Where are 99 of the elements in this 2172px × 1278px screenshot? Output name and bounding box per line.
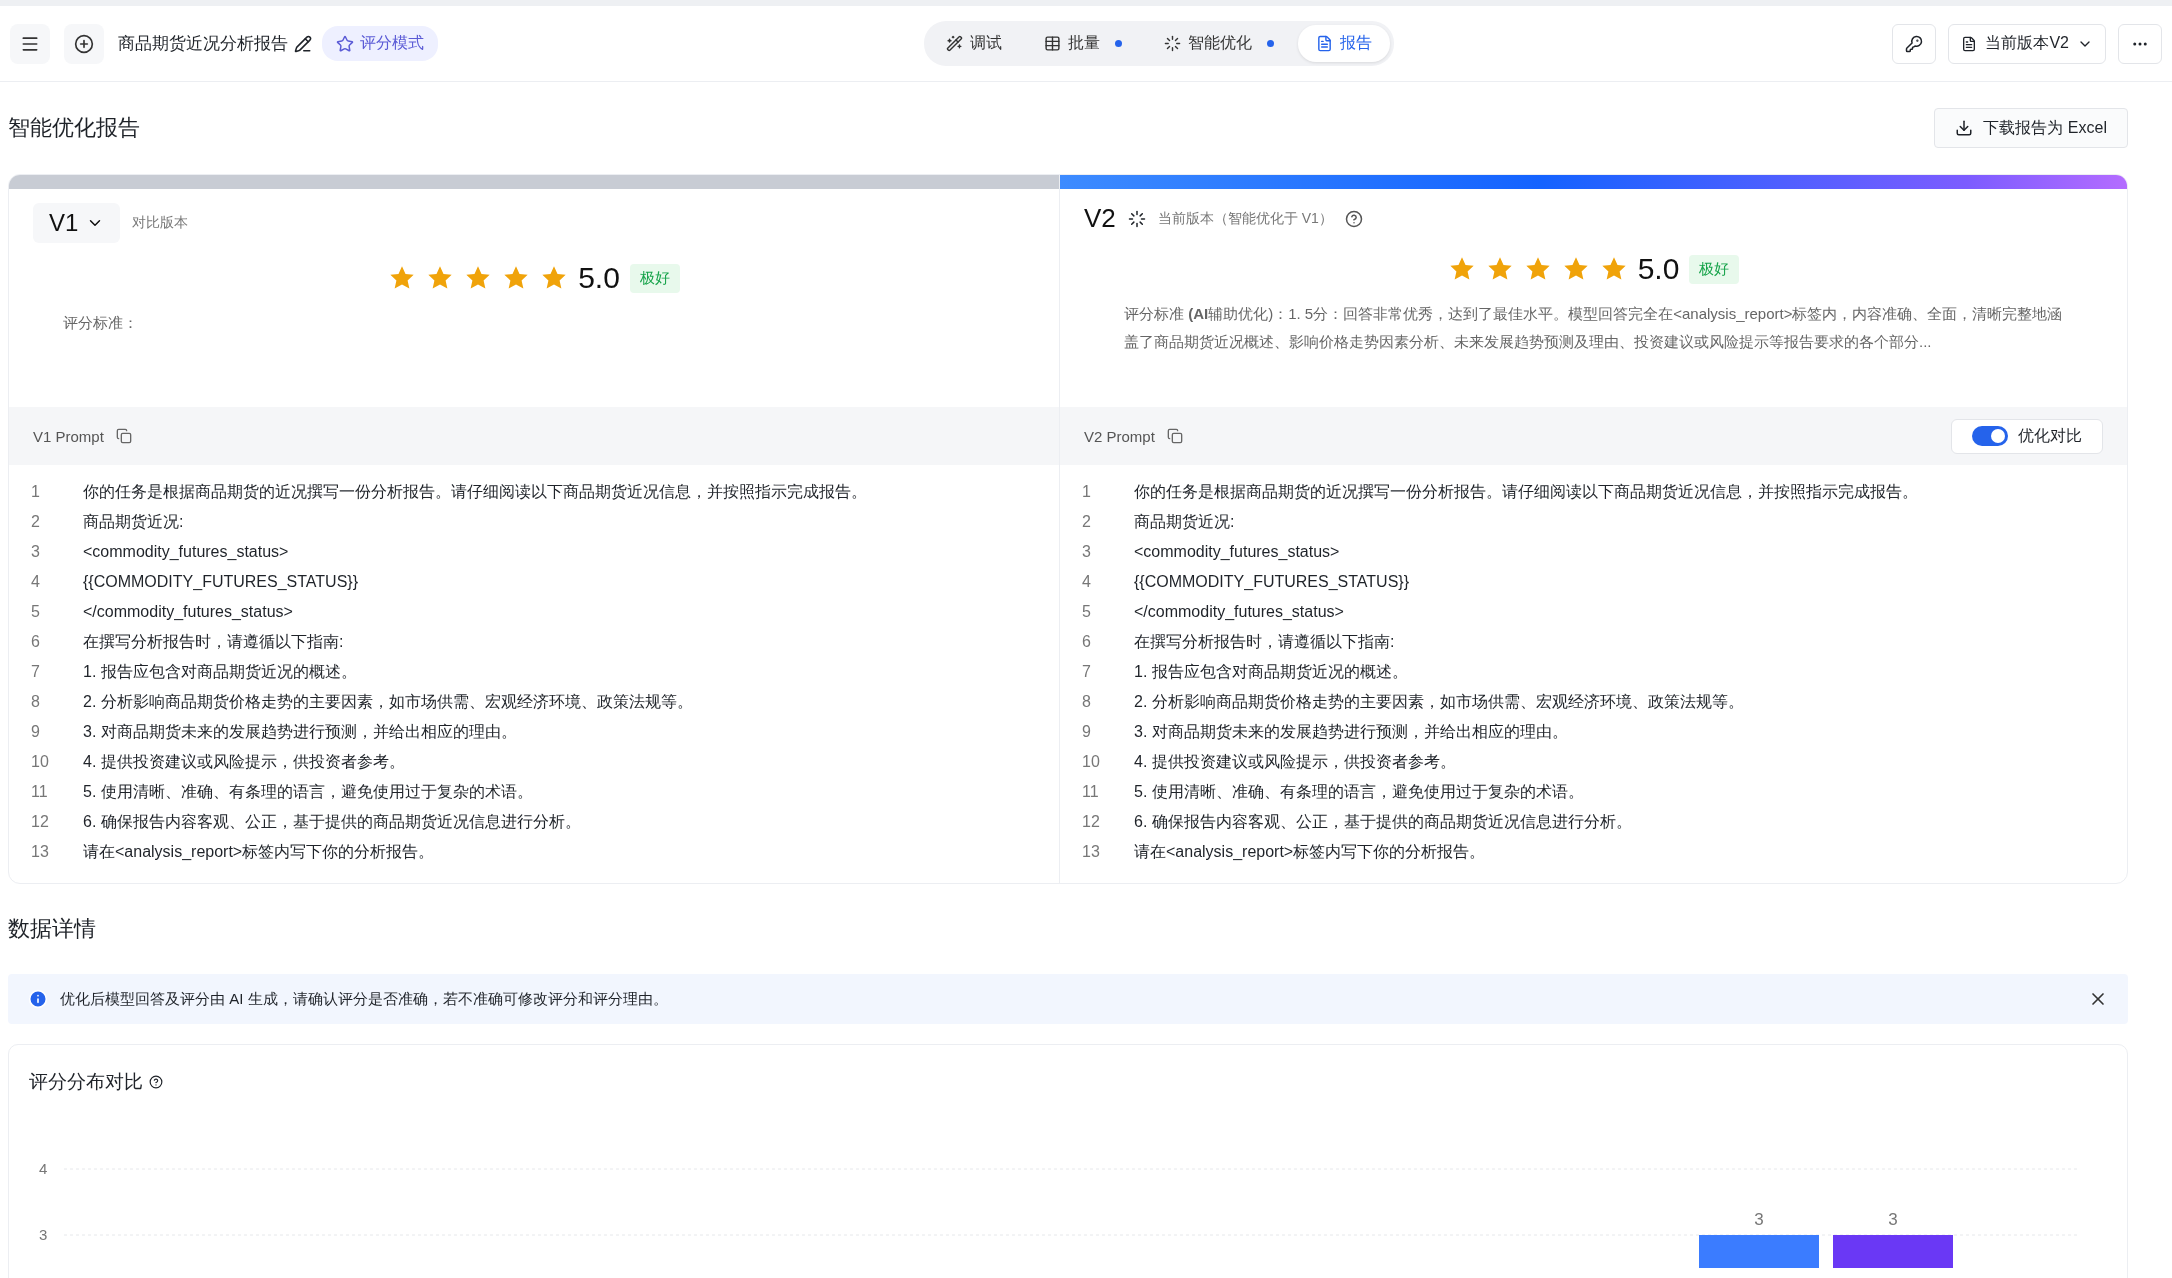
prompt-line: 3. 对商品期货未来的发展趋势进行预测，并给出相应的理由。: [1134, 721, 1568, 742]
line-number: 5: [30, 603, 41, 621]
prompt-line: 3. 对商品期货未来的发展趋势进行预测，并给出相应的理由。: [83, 721, 517, 742]
sparkle-icon: [1127, 209, 1146, 228]
line-number: 12: [30, 813, 50, 831]
copy-icon[interactable]: [1166, 428, 1183, 444]
prompt-line: 你的任务是根据商品期货的近况撰写一份分析报告。请仔细阅读以下商品期货近况信息，并按照指示完成报告。: [1134, 481, 1918, 502]
prompt-line: 在撰写分析报告时，请遵循以下指南:: [83, 631, 344, 652]
line-number: 7: [30, 663, 41, 681]
prompt-line: 请在<analysis_report>标签内写下你的分析报告。: [83, 841, 435, 862]
line-number: 6: [1081, 633, 1092, 651]
version-label: V2: [1084, 203, 1116, 234]
bar-label: 3: [1754, 1210, 1764, 1229]
line-number: 7: [1081, 663, 1092, 681]
criteria-text: 评分标准 (AI辅助优化)：1. 5分：回答非常优秀，达到了最佳水平。模型回答完全在<analysis_report>标签内，内容准确、全面，清晰完整地涵盖了商品期货近况概述、影响价格走势因素分析、未来发展趋势预测及理由、投资建议或风险提示等报告要求的各个部分...: [1123, 304, 2064, 352]
notice-text: 优化后模型回答及评分由 AI 生成，请确认评分是否准确，若不准确可修改评分和评分理由。: [60, 989, 668, 1009]
prompt-line: 4. 提供投资建议或风险提示，供投资者参考。: [83, 751, 405, 772]
document-icon: [1961, 35, 1978, 52]
tab-icon: [946, 35, 964, 52]
prompt-line: 1. 报告应包含对商品期货近况的概述。: [83, 661, 357, 682]
status-dot: [1267, 40, 1275, 47]
prompt-line: {{COMMODITY_FUTURES_STATUS}}: [1134, 573, 1409, 591]
score: 5.0: [1637, 252, 1680, 286]
prompt-line: 4. 提供投资建议或风险提示，供投资者参考。: [1134, 751, 1456, 772]
bar-label: 3: [1888, 1210, 1898, 1229]
line-number: 10: [1081, 753, 1101, 771]
criteria-text: 评分标准：: [62, 313, 139, 333]
line-number: 2: [1081, 513, 1092, 531]
line-number: 4: [1081, 573, 1092, 591]
info-icon: [28, 989, 48, 1009]
version-select[interactable]: 当前版本V2: [1948, 23, 2106, 64]
prompt-line: 2. 分析影响商品期货价格走势的主要因素，如市场供需、宏观经济环境、政策法规等。: [1134, 691, 1744, 712]
help-icon[interactable]: [149, 1075, 163, 1089]
grade-badge: 极好: [629, 263, 680, 293]
edit-icon[interactable]: [294, 34, 312, 53]
version-subtitle: 当前版本（智能优化于 V1）: [1157, 209, 1333, 228]
version-subtitle: 对比版本: [132, 214, 189, 232]
mode-tab[interactable]: 调试: [928, 25, 1021, 62]
line-number: 8: [1081, 693, 1092, 711]
section-title: 数据详情: [8, 915, 96, 943]
prompt-line: 5. 使用清晰、准确、有条理的语言，避免使用过于复杂的术语。: [1134, 781, 1584, 802]
download-icon: [1955, 119, 1974, 137]
tab-icon: [1316, 35, 1334, 52]
line-number: 11: [1081, 783, 1100, 801]
line-number: 1: [30, 483, 41, 501]
menu-icon[interactable]: [10, 23, 50, 64]
prompt-line: </commodity_futures_status>: [1134, 603, 1344, 621]
line-number: 13: [1081, 843, 1101, 861]
prompt-line: 商品期货近况:: [1134, 511, 1235, 532]
line-number: 5: [1081, 603, 1092, 621]
help-icon[interactable]: [1344, 209, 1363, 228]
tab-icon: [1164, 35, 1182, 52]
score: 5.0: [578, 261, 620, 295]
prompt-line: 6. 确保报告内容客观、公正，基于提供的商品期货近况信息进行分析。: [83, 811, 581, 832]
prompt-line: 2. 分析影响商品期货价格走势的主要因素，如市场供需、宏观经济环境、政策法规等。: [83, 691, 693, 712]
key-icon[interactable]: [1892, 23, 1937, 64]
mode-badge[interactable]: 评分模式: [322, 26, 438, 61]
line-number: 2: [30, 513, 41, 531]
prompt-line: 1. 报告应包含对商品期货近况的概述。: [1134, 661, 1408, 682]
line-number: 6: [30, 633, 41, 651]
mode-tab[interactable]: 报告: [1298, 25, 1391, 62]
grade-badge: 极好: [1689, 254, 1740, 284]
prompt-line: <commodity_futures_status>: [83, 543, 289, 561]
download-button[interactable]: 下载报告为 Excel: [1934, 108, 2128, 148]
status-dot: [1115, 40, 1123, 47]
line-number: 11: [30, 783, 49, 801]
prompt-line: 6. 确保报告内容客观、公正，基于提供的商品期货近况信息进行分析。: [1134, 811, 1632, 832]
line-number: 8: [30, 693, 41, 711]
line-number: 1: [1081, 483, 1092, 501]
prompt-label: V1 Prompt: [33, 427, 104, 445]
prompt-line: 你的任务是根据商品期货的近况撰写一份分析报告。请仔细阅读以下商品期货近况信息，并按照指示完成报告。: [83, 481, 867, 502]
add-icon[interactable]: [64, 23, 104, 64]
axis-tick: 4: [39, 1160, 48, 1177]
line-number: 3: [1081, 543, 1092, 561]
line-number: 3: [30, 543, 41, 561]
prompt-line: {{COMMODITY_FUTURES_STATUS}}: [83, 573, 358, 591]
line-number: 9: [1081, 723, 1092, 741]
line-number: 12: [1081, 813, 1101, 831]
compare-toggle[interactable]: 优化对比: [1951, 418, 2103, 454]
prompt-label: V2 Prompt: [1084, 427, 1155, 445]
prompt-line: 商品期货近况:: [83, 511, 184, 532]
line-number: 4: [30, 573, 41, 591]
mode-tab[interactable]: 批量: [1026, 25, 1141, 62]
prompt-line: 5. 使用清晰、准确、有条理的语言，避免使用过于复杂的术语。: [83, 781, 533, 802]
chart-title: 评分分布对比: [29, 1070, 143, 1094]
prompt-line: <commodity_futures_status>: [1134, 543, 1340, 561]
prompt-line: 在撰写分析报告时，请遵循以下指南:: [1134, 631, 1395, 652]
axis-tick: 3: [39, 1226, 48, 1243]
prompt-line: </commodity_futures_status>: [83, 603, 293, 621]
section-title: 智能优化报告: [8, 114, 140, 142]
document-title: 商品期货近况分析报告: [118, 33, 288, 55]
line-number: 10: [30, 753, 50, 771]
version-select[interactable]: V1: [33, 203, 121, 243]
copy-icon[interactable]: [115, 428, 132, 444]
line-number: 9: [30, 723, 41, 741]
tab-icon: [1044, 35, 1062, 52]
prompt-line: 请在<analysis_report>标签内写下你的分析报告。: [1134, 841, 1486, 862]
mode-tab[interactable]: 智能优化: [1146, 25, 1293, 62]
line-number: 13: [30, 843, 50, 861]
